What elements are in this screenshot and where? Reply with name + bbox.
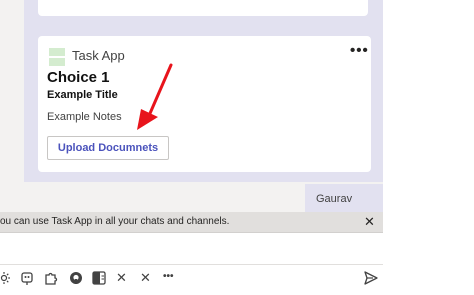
task-app-icon bbox=[49, 48, 65, 66]
icon-stripe bbox=[49, 56, 65, 58]
more-options-button[interactable]: ••• bbox=[350, 43, 369, 58]
annotation-arrow-icon bbox=[137, 63, 173, 130]
card-title: Example Title bbox=[47, 89, 118, 101]
card-choice: Choice 1 bbox=[47, 69, 110, 86]
more-apps-icon[interactable]: ••• bbox=[163, 269, 174, 285]
bot-icon[interactable] bbox=[20, 270, 34, 286]
compose-toolbar: ✕ ✕ ••• bbox=[0, 267, 474, 291]
notice-text: ou can use Task App in all your chats an… bbox=[0, 216, 230, 227]
app-notice-banner: ou can use Task App in all your chats an… bbox=[0, 212, 383, 233]
onenote-icon[interactable] bbox=[92, 270, 106, 286]
github-icon[interactable] bbox=[69, 270, 83, 286]
card-notes: Example Notes bbox=[47, 111, 122, 123]
sender-name: Gaurav bbox=[316, 193, 353, 205]
app-name: Task App bbox=[72, 48, 125, 63]
compose-box[interactable] bbox=[0, 233, 383, 265]
incoming-message-bubble: Gaurav bbox=[305, 184, 383, 212]
sun-icon[interactable] bbox=[0, 270, 12, 286]
upload-documents-button[interactable]: Upload Documnets bbox=[47, 136, 169, 160]
send-icon[interactable] bbox=[363, 270, 379, 286]
puzzle-icon[interactable] bbox=[44, 270, 58, 286]
x-icon[interactable]: ✕ bbox=[140, 270, 151, 286]
previous-card bbox=[38, 0, 368, 16]
x-icon[interactable]: ✕ bbox=[116, 270, 127, 286]
right-margin bbox=[383, 0, 474, 212]
adaptive-card: Task App ••• Choice 1 Example Title Exam… bbox=[38, 36, 371, 172]
close-icon[interactable]: ✕ bbox=[364, 214, 375, 230]
